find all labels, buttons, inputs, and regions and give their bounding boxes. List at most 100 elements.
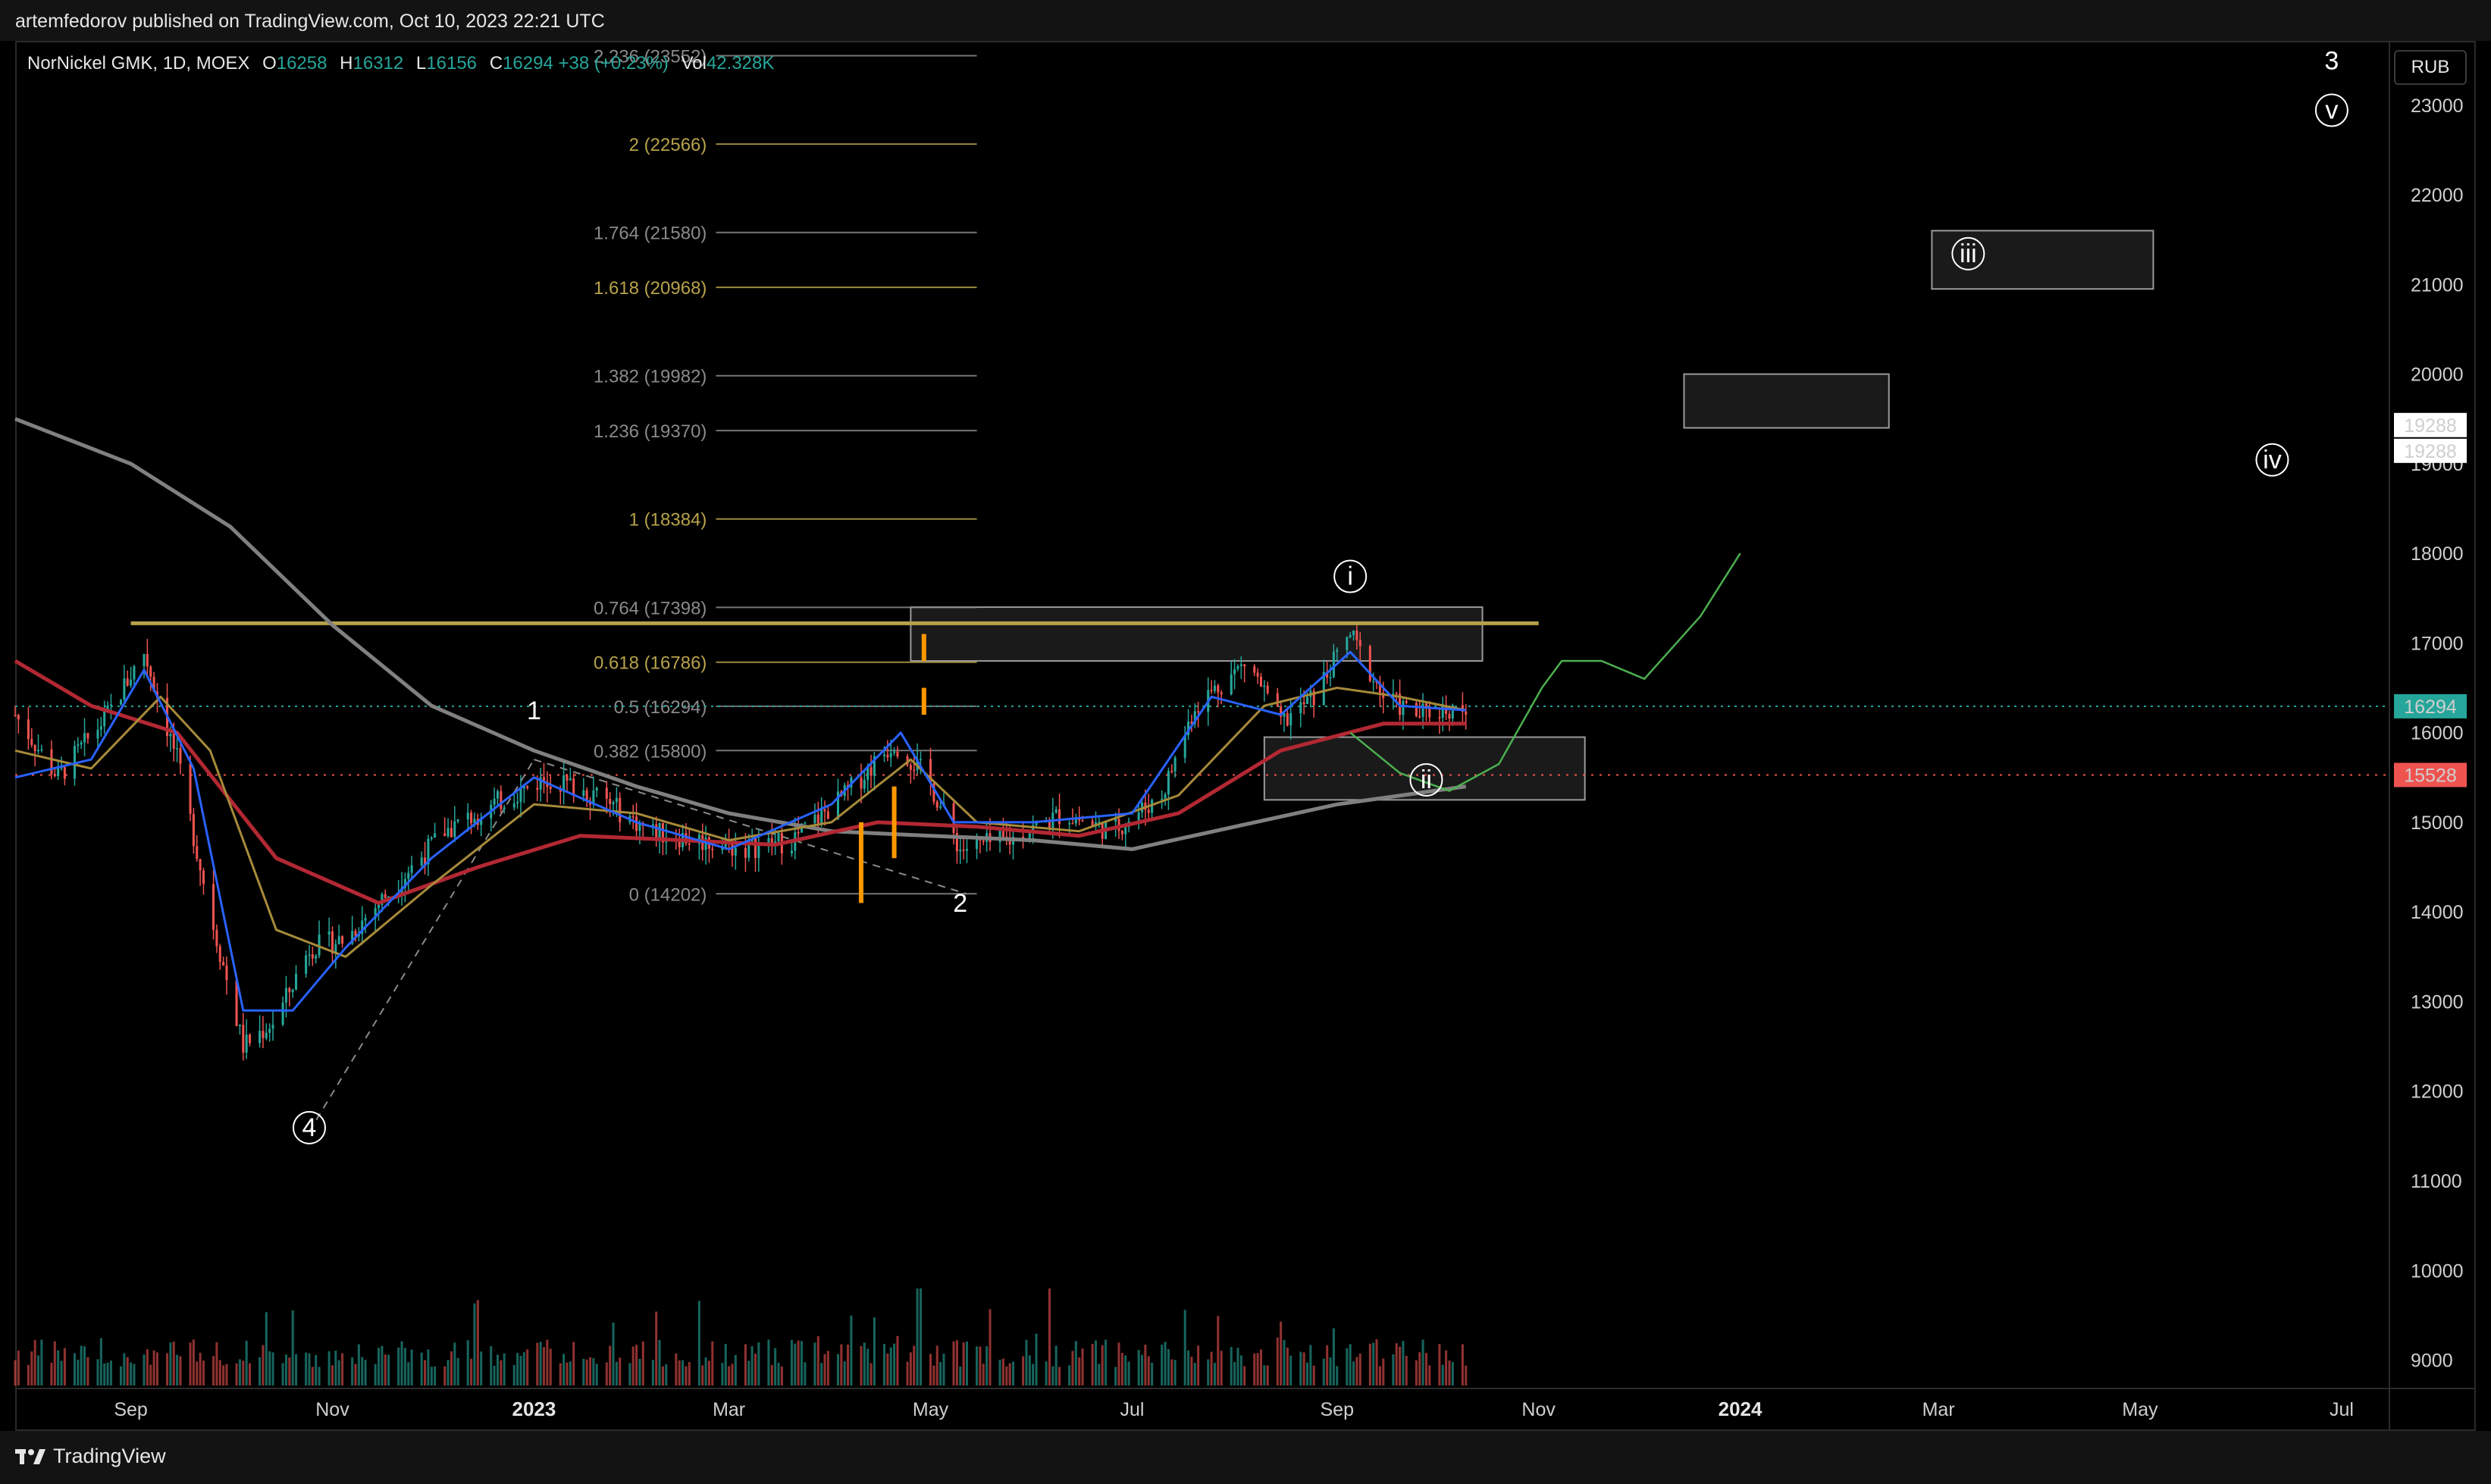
volume-bar-287 [1346,1348,1349,1385]
candle-body-171 [804,822,807,825]
tradingview-logo-icon [15,1448,45,1464]
volume-bar-118 [562,1354,566,1385]
candle-body-95 [453,821,456,837]
candle-body-175 [823,809,826,812]
volume-bar-303 [1418,1352,1421,1385]
volume-value: 42.328K [706,53,775,74]
low-value: 16156 [426,53,478,74]
price-tick-5: 18000 [2411,543,2464,565]
candle-body-51 [248,1035,252,1044]
candle-body-287 [1346,637,1349,650]
volume-bar-11 [63,1348,66,1385]
volume-bar-141 [665,1364,668,1385]
volume-bar-121 [572,1342,575,1385]
volume-bar-84 [403,1348,406,1385]
volume-bar-208 [979,1346,982,1385]
candle-body-187 [882,754,886,756]
target-zone-0[interactable] [910,606,1484,662]
volume-bar-232 [1091,1344,1094,1385]
candle-body-11 [63,767,66,779]
candle-body-268 [1256,672,1259,677]
tradingview-brand[interactable]: TradingView [15,1445,166,1468]
volume-bar-156 [734,1354,737,1385]
volume-bar-172 [813,1342,816,1385]
candle-body-204 [959,850,962,852]
candle-body-56 [271,1025,274,1029]
candle-body-103 [493,798,496,805]
volume-bar-202 [952,1341,955,1385]
candle-body-43 [215,929,218,947]
candle-body-176 [826,811,829,819]
target-zone-2[interactable] [1683,373,1890,429]
volume-bar-176 [826,1351,829,1385]
volume-bar-193 [909,1352,912,1385]
candle-body-34 [172,734,175,750]
volume-bar-75 [361,1357,364,1385]
volume-bar-203 [955,1340,958,1385]
volume-bar-113 [539,1342,542,1385]
volume-bar-43 [215,1342,218,1385]
volume-bar-107 [512,1365,515,1385]
volume-bar-201 [942,1354,945,1385]
moving-average-1[interactable] [14,659,1466,905]
volume-bar-101 [480,1351,483,1385]
volume-bar-13 [77,1359,80,1385]
volume-bar-86 [410,1349,413,1385]
volume-bar-97 [466,1340,469,1385]
currency-button[interactable]: RUB [2394,50,2467,85]
time-tick-8: 2024 [1719,1398,1762,1420]
candle-body-0 [14,715,17,716]
price-tag-3: 15528 [2404,765,2457,786]
volume-bar-249 [1167,1349,1170,1385]
volume-bar-259 [1213,1363,1216,1385]
candle-body-58 [284,988,287,1003]
candle-body-277 [1299,702,1302,714]
volume-bar-158 [747,1360,750,1385]
volume-bar-114 [542,1347,546,1385]
candle-body-41 [202,870,205,884]
candle-body-53 [262,1031,265,1038]
time-tick-10: May [2122,1399,2158,1420]
time-tick-4: May [913,1399,949,1420]
candle-body-91 [434,833,437,838]
candle-body-249 [1167,771,1170,794]
volume-bar-302 [1415,1360,1418,1385]
volume-bar-76 [364,1360,367,1385]
volume-bar-253 [1187,1350,1190,1385]
candle-body-258 [1210,690,1213,691]
volume-bar-16 [86,1357,89,1385]
volume-bar-122 [582,1358,585,1385]
volume-bar-12 [73,1353,76,1385]
price-tick-10: 13000 [2411,991,2464,1013]
candle-body-232 [1091,820,1094,826]
volume-bar-1 [17,1351,20,1385]
candle-body-25 [130,679,133,686]
price-tag-2: 16294 [2404,697,2457,718]
candle-body-127 [605,787,608,799]
volume-bar-192 [906,1361,909,1385]
candle-body-240 [1124,827,1127,834]
volume-bar-258 [1210,1351,1213,1385]
volume-bar-62 [305,1352,308,1385]
volume-bar-14 [80,1345,83,1385]
candle-body-260 [1217,685,1220,693]
price-tick-14: 9000 [2411,1351,2453,1372]
volume-bar-54 [265,1312,268,1385]
volume-bar-85 [407,1362,410,1385]
volume-bar-168 [794,1343,797,1385]
volume-bar-77 [374,1363,377,1385]
volume-bar-82 [397,1347,400,1385]
fib-level-label-2: 0.5 (16294) [614,697,707,718]
fib-level-label-7: 1.382 (19982) [594,367,707,387]
volume-bar-260 [1217,1316,1220,1385]
volume-bar-164 [774,1348,777,1385]
candle-body-231 [1081,820,1084,822]
price-chart[interactable]: 0 (14202) 0.382 (15800) 0.5 (16294) 0.618 (… [0,0,2491,1484]
volume-bar-284 [1329,1357,1332,1385]
candle-body-188 [886,754,889,758]
candle-body-313 [1465,711,1468,715]
volume-bar-50 [245,1341,248,1385]
candle-body-94 [450,828,453,837]
volume-bar-280 [1309,1345,1312,1385]
volume-bar-154 [728,1366,731,1385]
